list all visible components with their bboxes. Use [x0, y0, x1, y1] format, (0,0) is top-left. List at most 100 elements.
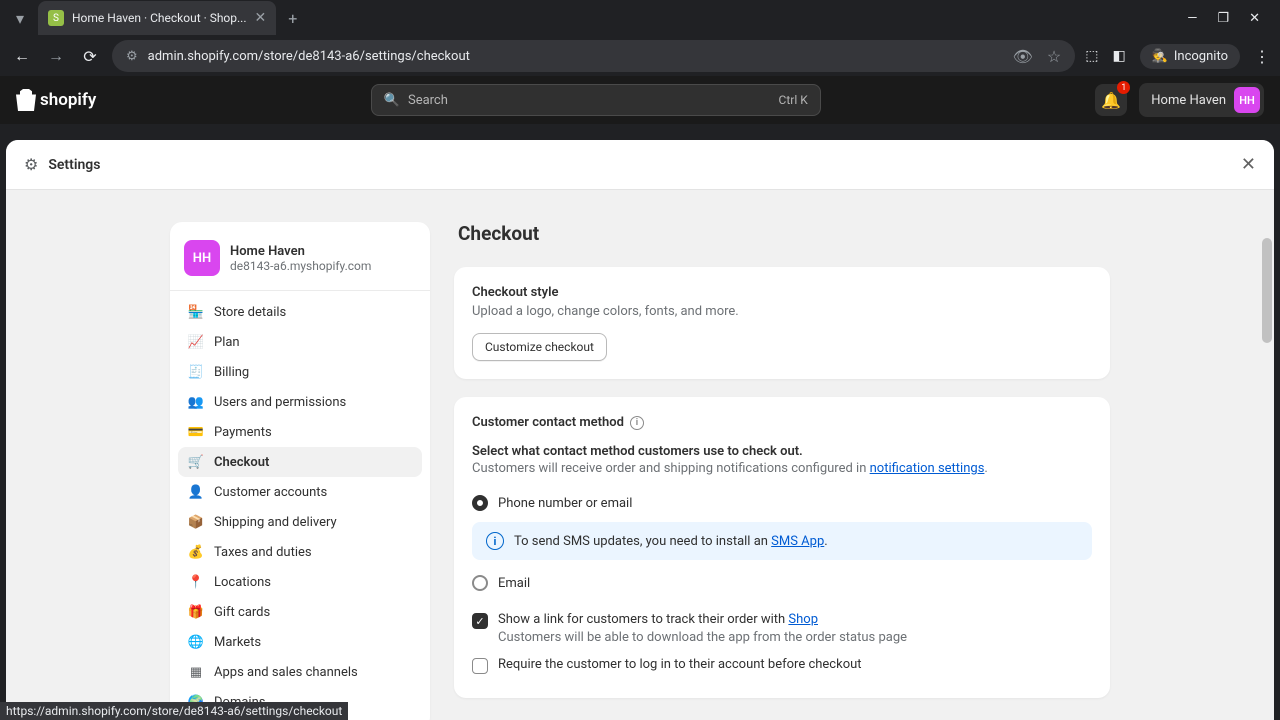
- shopify-bag-icon: [16, 89, 36, 111]
- store-icon: 🏪: [188, 304, 204, 320]
- page-title: Checkout: [454, 222, 1110, 245]
- forward-button[interactable]: →: [44, 46, 68, 66]
- notifications-button[interactable]: 🔔 1: [1095, 84, 1127, 116]
- info-circle-icon: i: [486, 532, 504, 550]
- incognito-badge[interactable]: 🕵 Incognito: [1140, 44, 1240, 69]
- settings-title: Settings: [48, 157, 100, 173]
- nav-shipping[interactable]: 📦Shipping and delivery: [178, 507, 422, 537]
- scrollbar-thumb[interactable]: [1262, 238, 1272, 343]
- tab-search-dropdown[interactable]: ▾: [8, 6, 32, 30]
- radio-email-only[interactable]: Email: [472, 570, 1092, 596]
- store-avatar: HH: [184, 240, 220, 276]
- notification-badge: 1: [1117, 81, 1130, 94]
- nav-taxes[interactable]: 💰Taxes and duties: [178, 537, 422, 567]
- nav-billing[interactable]: 🧾Billing: [178, 357, 422, 387]
- cart-icon: 🛒: [188, 454, 204, 470]
- settings-nav-list: 🏪Store details 📈Plan 🧾Billing 👥Users and…: [170, 290, 430, 717]
- info-icon[interactable]: i: [630, 416, 644, 430]
- store-menu-button[interactable]: Home Haven HH: [1139, 83, 1264, 117]
- site-settings-icon[interactable]: ⚙: [126, 49, 138, 64]
- settings-body: HH Home Haven de8143-a6.myshopify.com 🏪S…: [6, 190, 1274, 720]
- url-text: admin.shopify.com/store/de8143-a6/settin…: [148, 49, 1003, 64]
- side-panel-icon[interactable]: ◧: [1112, 48, 1125, 64]
- radio-phone-or-email[interactable]: Phone number or email: [472, 490, 1092, 516]
- checkbox-checked[interactable]: ✓: [472, 613, 488, 629]
- nav-apps[interactable]: ▦Apps and sales channels: [178, 657, 422, 687]
- shipping-icon: 📦: [188, 514, 204, 530]
- minimize-icon[interactable]: ―: [1187, 11, 1197, 26]
- extensions-icon[interactable]: ⬚: [1085, 48, 1098, 64]
- sms-alert: i To send SMS updates, you need to insta…: [472, 522, 1092, 560]
- nav-payments[interactable]: 💳Payments: [178, 417, 422, 447]
- contact-help-bold: Select what contact method customers use…: [472, 444, 1092, 459]
- gift-icon: 🎁: [188, 604, 204, 620]
- tab-bar: ▾ S Home Haven · Checkout · Shop... ✕ + …: [0, 0, 1280, 36]
- nav-locations[interactable]: 📍Locations: [178, 567, 422, 597]
- eye-off-icon[interactable]: 👁: [1013, 47, 1033, 66]
- nav-customer-accounts[interactable]: 👤Customer accounts: [178, 477, 422, 507]
- back-button[interactable]: ←: [10, 46, 34, 66]
- url-bar[interactable]: ⚙ admin.shopify.com/store/de8143-a6/sett…: [112, 40, 1075, 72]
- store-info[interactable]: HH Home Haven de8143-a6.myshopify.com: [170, 234, 430, 290]
- shopify-logo[interactable]: shopify: [16, 89, 96, 111]
- nav-users[interactable]: 👥Users and permissions: [178, 387, 422, 417]
- menu-dots-icon[interactable]: ⋮: [1254, 47, 1270, 66]
- nav-markets[interactable]: 🌐Markets: [178, 627, 422, 657]
- checkbox-shop-subtext: Customers will be able to download the a…: [498, 630, 907, 645]
- style-card-title: Checkout style: [472, 285, 1092, 300]
- bookmark-star-icon[interactable]: ☆: [1047, 47, 1061, 66]
- radio-input-checked[interactable]: [472, 495, 488, 511]
- close-window-icon[interactable]: ✕: [1249, 11, 1260, 26]
- taxes-icon: 💰: [188, 544, 204, 560]
- store-name-label: Home Haven: [1151, 93, 1226, 108]
- reload-button[interactable]: ⟳: [78, 47, 102, 66]
- style-card-subtitle: Upload a logo, change colors, fonts, and…: [472, 304, 1092, 319]
- nav-plan[interactable]: 📈Plan: [178, 327, 422, 357]
- nav-store-details[interactable]: 🏪Store details: [178, 297, 422, 327]
- browser-tab[interactable]: S Home Haven · Checkout · Shop... ✕: [38, 1, 276, 35]
- checkbox-require-login: Require the customer to log in to their …: [472, 651, 1092, 680]
- apps-icon: ▦: [188, 664, 204, 680]
- plan-icon: 📈: [188, 334, 204, 350]
- contact-method-card: Customer contact method i Select what co…: [454, 397, 1110, 698]
- notification-settings-link[interactable]: notification settings: [870, 461, 985, 476]
- maximize-icon[interactable]: ❐: [1217, 11, 1229, 26]
- shop-link[interactable]: Shop: [788, 612, 818, 627]
- avatar: HH: [1234, 87, 1260, 113]
- nav-bar: ← → ⟳ ⚙ admin.shopify.com/store/de8143-a…: [0, 36, 1280, 76]
- contact-help-text: Customers will receive order and shippin…: [472, 461, 1092, 476]
- tab-title: Home Haven · Checkout · Shop...: [72, 11, 247, 25]
- radio-input[interactable]: [472, 575, 488, 591]
- incognito-icon: 🕵: [1152, 49, 1168, 64]
- incognito-label: Incognito: [1174, 49, 1228, 64]
- app-header: shopify 🔍 Search Ctrl K 🔔 1 Home Haven H…: [0, 76, 1280, 124]
- shopify-favicon: S: [48, 10, 64, 26]
- main-content: Checkout Checkout style Upload a logo, c…: [454, 222, 1110, 720]
- new-tab-button[interactable]: +: [288, 9, 297, 28]
- settings-sidebar: HH Home Haven de8143-a6.myshopify.com 🏪S…: [170, 222, 430, 720]
- close-tab-icon[interactable]: ✕: [255, 10, 267, 26]
- store-name: Home Haven: [230, 244, 371, 259]
- customize-checkout-button[interactable]: Customize checkout: [472, 333, 607, 361]
- search-placeholder: Search: [408, 93, 448, 108]
- search-shortcut: Ctrl K: [779, 93, 808, 107]
- settings-modal: ⚙ Settings ✕ HH Home Haven de8143-a6.mys…: [6, 140, 1274, 720]
- close-settings-icon[interactable]: ✕: [1241, 154, 1256, 175]
- logo-text: shopify: [40, 90, 96, 110]
- payments-icon: 💳: [188, 424, 204, 440]
- billing-icon: 🧾: [188, 364, 204, 380]
- browser-chrome: ▾ S Home Haven · Checkout · Shop... ✕ + …: [0, 0, 1280, 76]
- search-icon: 🔍: [384, 93, 400, 108]
- checkbox-unchecked[interactable]: [472, 658, 488, 674]
- users-icon: 👥: [188, 394, 204, 410]
- settings-header: ⚙ Settings ✕: [6, 140, 1274, 190]
- search-bar[interactable]: 🔍 Search Ctrl K: [371, 84, 821, 116]
- nav-gift-cards[interactable]: 🎁Gift cards: [178, 597, 422, 627]
- sms-app-link[interactable]: SMS App: [771, 534, 824, 549]
- nav-checkout[interactable]: 🛒Checkout: [178, 447, 422, 477]
- gear-icon: ⚙: [24, 155, 38, 174]
- bell-icon: 🔔: [1101, 91, 1121, 110]
- store-domain: de8143-a6.myshopify.com: [230, 259, 371, 273]
- account-icon: 👤: [188, 484, 204, 500]
- location-icon: 📍: [188, 574, 204, 590]
